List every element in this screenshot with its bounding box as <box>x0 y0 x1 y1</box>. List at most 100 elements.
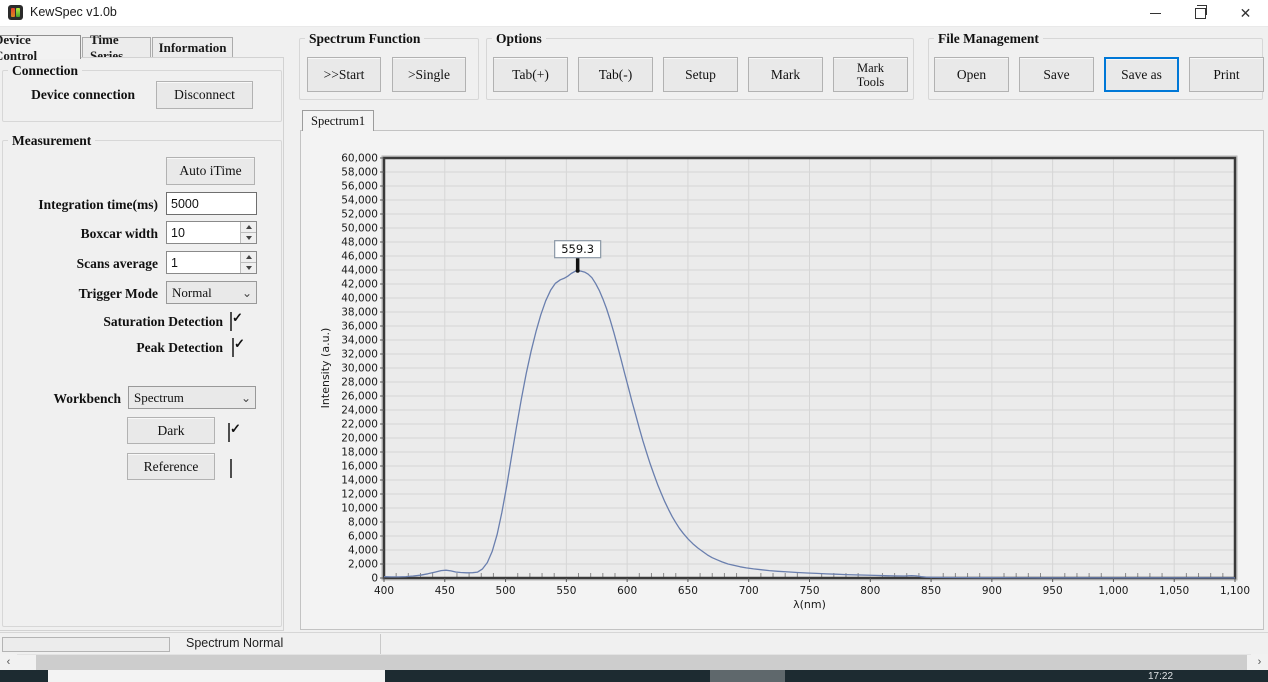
peak-detection-checkbox[interactable] <box>232 338 234 357</box>
svg-text:14,000: 14,000 <box>341 475 378 487</box>
scroll-right-button[interactable]: › <box>1251 654 1268 670</box>
measurement-group: Measurement Auto iTime Integration time(… <box>2 140 282 627</box>
connection-group-title: Connection <box>8 62 82 79</box>
svg-text:600: 600 <box>617 585 637 597</box>
single-button[interactable]: >Single <box>392 57 466 92</box>
chevron-down-icon: ⌄ <box>238 288 256 298</box>
auto-itime-button-label: Auto iTime <box>179 163 241 179</box>
dark-checkbox[interactable] <box>228 423 230 442</box>
svg-text:1,000: 1,000 <box>1098 585 1128 597</box>
reference-button[interactable]: Reference <box>127 453 215 480</box>
tab-spectrum1[interactable]: Spectrum1 <box>302 110 374 131</box>
svg-text:28,000: 28,000 <box>341 377 378 389</box>
spectrum-chart[interactable]: 02,0004,0006,0008,00010,00012,00014,0001… <box>303 137 1259 627</box>
scroll-right-icon: › <box>1258 656 1262 668</box>
options-title: Options <box>492 30 546 47</box>
svg-text:950: 950 <box>1043 585 1063 597</box>
spectrum-function-title: Spectrum Function <box>305 30 424 47</box>
auto-itime-button[interactable]: Auto iTime <box>166 157 255 185</box>
svg-text:2,000: 2,000 <box>348 559 378 571</box>
taskbar-app-segment[interactable] <box>48 670 385 682</box>
scrollbar-thumb[interactable] <box>36 655 1247 670</box>
boxcar-down-button[interactable] <box>241 232 256 243</box>
tab-minus-button[interactable]: Tab(-) <box>578 57 653 92</box>
svg-text:42,000: 42,000 <box>341 279 378 291</box>
scans-up-button[interactable] <box>241 252 256 262</box>
svg-text:40,000: 40,000 <box>341 293 378 305</box>
saturation-detection-checkbox[interactable] <box>230 312 232 331</box>
svg-text:10,000: 10,000 <box>341 503 378 515</box>
boxcar-width-stepper[interactable]: 10 <box>166 221 257 244</box>
mark-label: Mark <box>771 67 800 83</box>
boxcar-width-value: 10 <box>167 222 240 243</box>
minimize-icon <box>1150 13 1161 14</box>
svg-text:36,000: 36,000 <box>341 321 378 333</box>
svg-text:22,000: 22,000 <box>341 419 378 431</box>
disconnect-button[interactable]: Disconnect <box>156 81 253 109</box>
saturation-detection-label: Saturation Detection <box>5 314 223 330</box>
workbench-value: Spectrum <box>134 390 237 406</box>
svg-text:1,100: 1,100 <box>1220 585 1250 597</box>
svg-text:8,000: 8,000 <box>348 517 378 529</box>
workbench-select[interactable]: Spectrum ⌄ <box>128 386 256 409</box>
svg-text:Intensity (a.u.): Intensity (a.u.) <box>319 328 332 409</box>
trigger-mode-label: Trigger Mode <box>5 286 158 302</box>
restore-button[interactable] <box>1178 0 1223 26</box>
spectrum-function-group: Spectrum Function >>Start >Single <box>299 38 479 100</box>
svg-text:400: 400 <box>374 585 394 597</box>
file-management-title: File Management <box>934 30 1043 47</box>
open-button[interactable]: Open <box>934 57 1009 92</box>
tab-minus-label: Tab(-) <box>599 67 633 83</box>
tab-information-label: Information <box>159 40 227 56</box>
print-button[interactable]: Print <box>1189 57 1264 92</box>
svg-text:550: 550 <box>556 585 576 597</box>
scroll-left-button[interactable]: ‹ <box>0 654 17 670</box>
svg-text:58,000: 58,000 <box>341 167 378 179</box>
svg-text:12,000: 12,000 <box>341 489 378 501</box>
reference-button-label: Reference <box>144 459 199 475</box>
scans-average-label: Scans average <box>5 256 158 272</box>
minimize-button[interactable] <box>1133 0 1178 26</box>
scans-average-stepper[interactable]: 1 <box>166 251 257 274</box>
svg-text:56,000: 56,000 <box>341 181 378 193</box>
svg-text:24,000: 24,000 <box>341 405 378 417</box>
svg-text:700: 700 <box>739 585 759 597</box>
windows-taskbar: 17:22 <box>0 670 1268 682</box>
print-label: Print <box>1213 67 1239 83</box>
single-button-label: >Single <box>408 67 450 83</box>
scans-down-button[interactable] <box>241 262 256 273</box>
title-bar: KewSpec v1.0b ✕ <box>0 0 1268 27</box>
taskbar-button-segment[interactable] <box>710 670 785 682</box>
boxcar-up-button[interactable] <box>241 222 256 232</box>
trigger-mode-select[interactable]: Normal ⌄ <box>166 281 257 304</box>
chart-pane: 02,0004,0006,0008,00010,00012,00014,0001… <box>300 130 1264 630</box>
scroll-left-icon: ‹ <box>7 656 11 668</box>
setup-label: Setup <box>685 67 716 83</box>
start-button[interactable]: >>Start <box>307 57 381 92</box>
svg-text:750: 750 <box>799 585 819 597</box>
window-title: KewSpec v1.0b <box>30 5 117 19</box>
svg-text:450: 450 <box>435 585 455 597</box>
options-group: Options Tab(+) Tab(-) Setup Mark Mark To… <box>486 38 914 100</box>
save-as-button[interactable]: Save as <box>1104 57 1179 92</box>
reference-checkbox[interactable] <box>230 459 232 478</box>
tab-spectrum1-label: Spectrum1 <box>311 114 365 129</box>
tab-information[interactable]: Information <box>152 37 233 58</box>
svg-text:650: 650 <box>678 585 698 597</box>
save-as-label: Save as <box>1121 67 1162 83</box>
close-button[interactable]: ✕ <box>1223 0 1268 26</box>
app-window: KewSpec v1.0b ✕ Device Control Time Seri… <box>0 0 1268 682</box>
mark-tools-button[interactable]: Mark Tools <box>833 57 908 92</box>
tab-time-series[interactable]: Time Series <box>82 37 151 58</box>
tab-plus-button[interactable]: Tab(+) <box>493 57 568 92</box>
save-button[interactable]: Save <box>1019 57 1094 92</box>
integration-time-value: 5000 <box>171 197 199 211</box>
integration-time-input[interactable]: 5000 <box>166 192 257 215</box>
svg-text:32,000: 32,000 <box>341 349 378 361</box>
boxcar-width-label: Boxcar width <box>5 226 158 242</box>
mark-button[interactable]: Mark <box>748 57 823 92</box>
svg-text:30,000: 30,000 <box>341 363 378 375</box>
setup-button[interactable]: Setup <box>663 57 738 92</box>
tab-device-control[interactable]: Device Control <box>0 35 81 59</box>
dark-button[interactable]: Dark <box>127 417 215 444</box>
